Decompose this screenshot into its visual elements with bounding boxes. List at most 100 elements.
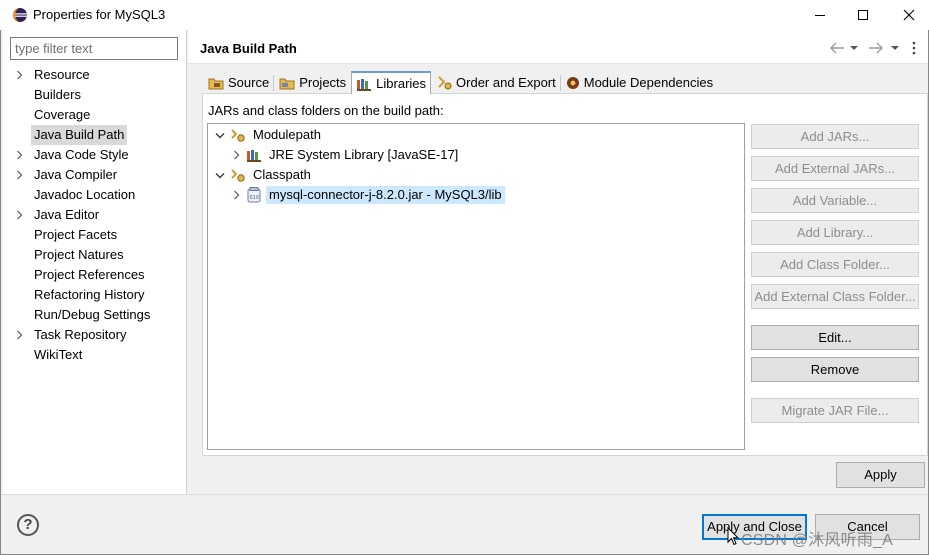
tab-label: Module Dependencies xyxy=(583,75,714,90)
add-variable-button[interactable]: Add Variable... xyxy=(751,188,919,213)
add-library-button[interactable]: Add Library... xyxy=(751,220,919,245)
sidebar-item-label: Task Repository xyxy=(34,327,127,342)
chevron-right-icon[interactable] xyxy=(230,145,242,165)
sidebar-item[interactable]: Builders xyxy=(3,85,187,105)
tab-label: Libraries xyxy=(376,76,427,91)
maximize-button[interactable] xyxy=(840,0,886,30)
build-path-tree[interactable]: Modulepath JRE System Library [JavaSE-17]… xyxy=(207,123,745,450)
tree-row-label: Classpath xyxy=(253,167,311,182)
add-class-folder-button[interactable]: Add Class Folder... xyxy=(751,252,919,277)
tree-row[interactable]: JRE System Library [JavaSE-17] xyxy=(230,145,461,165)
sidebar-item-label: Refactoring History xyxy=(34,287,145,302)
tab-module-dependencies[interactable]: Module Dependencies xyxy=(561,71,718,93)
tab-label: Order and Export xyxy=(456,75,556,90)
tree-row-label: mysql-connector-j-8.2.0.jar - MySQL3/lib xyxy=(266,186,505,204)
sidebar-item-label: Java Editor xyxy=(34,207,100,222)
source-folder-icon xyxy=(208,76,224,90)
forward-dropdown-icon[interactable] xyxy=(891,40,899,56)
view-menu-icon[interactable] xyxy=(912,40,916,56)
chevron-right-icon[interactable] xyxy=(230,185,242,205)
sidebar-item[interactable]: Java Code Style xyxy=(3,145,187,165)
migrate-jar-file-button[interactable]: Migrate JAR File... xyxy=(751,398,919,423)
properties-nav: Resource Builders Coverage Java Build Path J… xyxy=(3,65,187,365)
sidebar-item[interactable]: WikiText xyxy=(3,345,187,365)
watermark: CSDN @沐风听雨_A xyxy=(741,532,893,549)
window-title: Properties for MySQL3 xyxy=(33,7,166,22)
minimize-button[interactable] xyxy=(797,0,843,30)
tab-order-and-export[interactable]: Order and Export xyxy=(431,71,561,93)
chevron-right-icon[interactable] xyxy=(16,205,26,225)
title-bar: Properties for MySQL3 xyxy=(0,0,929,30)
build-path-label: JARs and class folders on the build path… xyxy=(208,103,444,118)
sidebar-item-label: Javadoc Location xyxy=(34,187,136,202)
sidebar-item-label: Project Facets xyxy=(34,227,118,242)
library-icon xyxy=(246,147,262,163)
chevron-right-icon[interactable] xyxy=(16,145,26,165)
back-arrow-icon[interactable] xyxy=(829,40,845,56)
tab-label: Projects xyxy=(299,75,347,90)
jar-icon: 010 xyxy=(246,187,262,203)
sidebar-item[interactable]: Javadoc Location xyxy=(3,185,187,205)
sidebar-item[interactable]: Coverage xyxy=(3,105,187,125)
sidebar-item-label: Java Code Style xyxy=(34,147,129,162)
libraries-icon xyxy=(356,77,372,91)
eclipse-app-icon xyxy=(12,7,28,23)
add-external-jars-button[interactable]: Add External JARs... xyxy=(751,156,919,181)
tree-row-label: JRE System Library [JavaSE-17] xyxy=(269,147,459,162)
module-dependencies-icon xyxy=(566,76,580,90)
modulepath-icon xyxy=(230,127,246,143)
chevron-down-icon[interactable] xyxy=(214,165,226,185)
svg-text:010: 010 xyxy=(250,195,260,201)
sidebar-item[interactable]: Project Natures xyxy=(3,245,187,265)
sidebar-item[interactable]: Refactoring History xyxy=(3,285,187,305)
page-title: Java Build Path xyxy=(200,41,297,56)
back-dropdown-icon[interactable] xyxy=(850,40,858,56)
close-button[interactable] xyxy=(886,0,929,30)
add-external-class-folder-button[interactable]: Add External Class Folder... xyxy=(751,284,919,309)
projects-icon xyxy=(279,76,295,90)
sidebar-item[interactable]: Project References xyxy=(3,265,187,285)
tree-row[interactable]: Modulepath xyxy=(214,125,324,145)
order-export-icon xyxy=(436,75,452,90)
tab-label: Source xyxy=(228,75,270,90)
sidebar-item-label: Project References xyxy=(34,267,145,282)
sidebar-item-label: Project Natures xyxy=(34,247,124,262)
sidebar-item[interactable]: Resource xyxy=(3,65,187,85)
tree-row-label: Modulepath xyxy=(253,127,321,142)
sidebar-item-label: WikiText xyxy=(34,347,83,362)
filter-input[interactable] xyxy=(10,37,178,60)
preferences-sidebar: Resource Builders Coverage Java Build Path J… xyxy=(3,30,187,494)
add-jars-button[interactable]: Add JARs... xyxy=(751,124,919,149)
tab-source[interactable]: Source xyxy=(203,71,275,93)
chevron-down-icon[interactable] xyxy=(214,125,226,145)
sidebar-item-label: Java Build Path xyxy=(31,125,128,145)
sidebar-item-label: Run/Debug Settings xyxy=(34,307,151,322)
sidebar-item-label: Coverage xyxy=(34,107,91,122)
build-path-tabs: Source Projects Libraries Order and Export M… xyxy=(203,71,718,94)
sidebar-item-label: Resource xyxy=(34,67,90,82)
tab-libraries[interactable]: Libraries xyxy=(351,71,432,94)
apply-button[interactable]: Apply xyxy=(836,462,925,488)
remove-button[interactable]: Remove xyxy=(751,357,919,382)
sidebar-item[interactable]: Project Facets xyxy=(3,225,187,245)
sidebar-item[interactable]: Task Repository xyxy=(3,325,187,345)
mouse-pointer-icon xyxy=(727,526,740,549)
page-header: Java Build Path xyxy=(188,30,928,64)
sidebar-item-label: Java Compiler xyxy=(34,167,118,182)
sidebar-item[interactable]: Java Compiler xyxy=(3,165,187,185)
sidebar-item[interactable]: Run/Debug Settings xyxy=(3,305,187,325)
main-panel: Java Build Path Source Projects Libraries O… xyxy=(188,30,928,494)
sidebar-item[interactable]: Java Editor xyxy=(3,205,187,225)
tab-projects[interactable]: Projects xyxy=(274,71,351,93)
help-icon[interactable]: ? xyxy=(17,514,39,536)
sidebar-item[interactable]: Java Build Path xyxy=(3,125,187,145)
sidebar-item-label: Builders xyxy=(34,87,81,102)
chevron-right-icon[interactable] xyxy=(16,165,26,185)
tree-row[interactable]: 010 mysql-connector-j-8.2.0.jar - MySQL3/… xyxy=(230,185,505,205)
edit-button[interactable]: Edit... xyxy=(751,325,919,350)
classpath-icon xyxy=(230,167,246,183)
chevron-right-icon[interactable] xyxy=(16,325,26,345)
forward-arrow-icon[interactable] xyxy=(868,40,884,56)
tree-row[interactable]: Classpath xyxy=(214,165,314,185)
chevron-right-icon[interactable] xyxy=(16,65,26,85)
